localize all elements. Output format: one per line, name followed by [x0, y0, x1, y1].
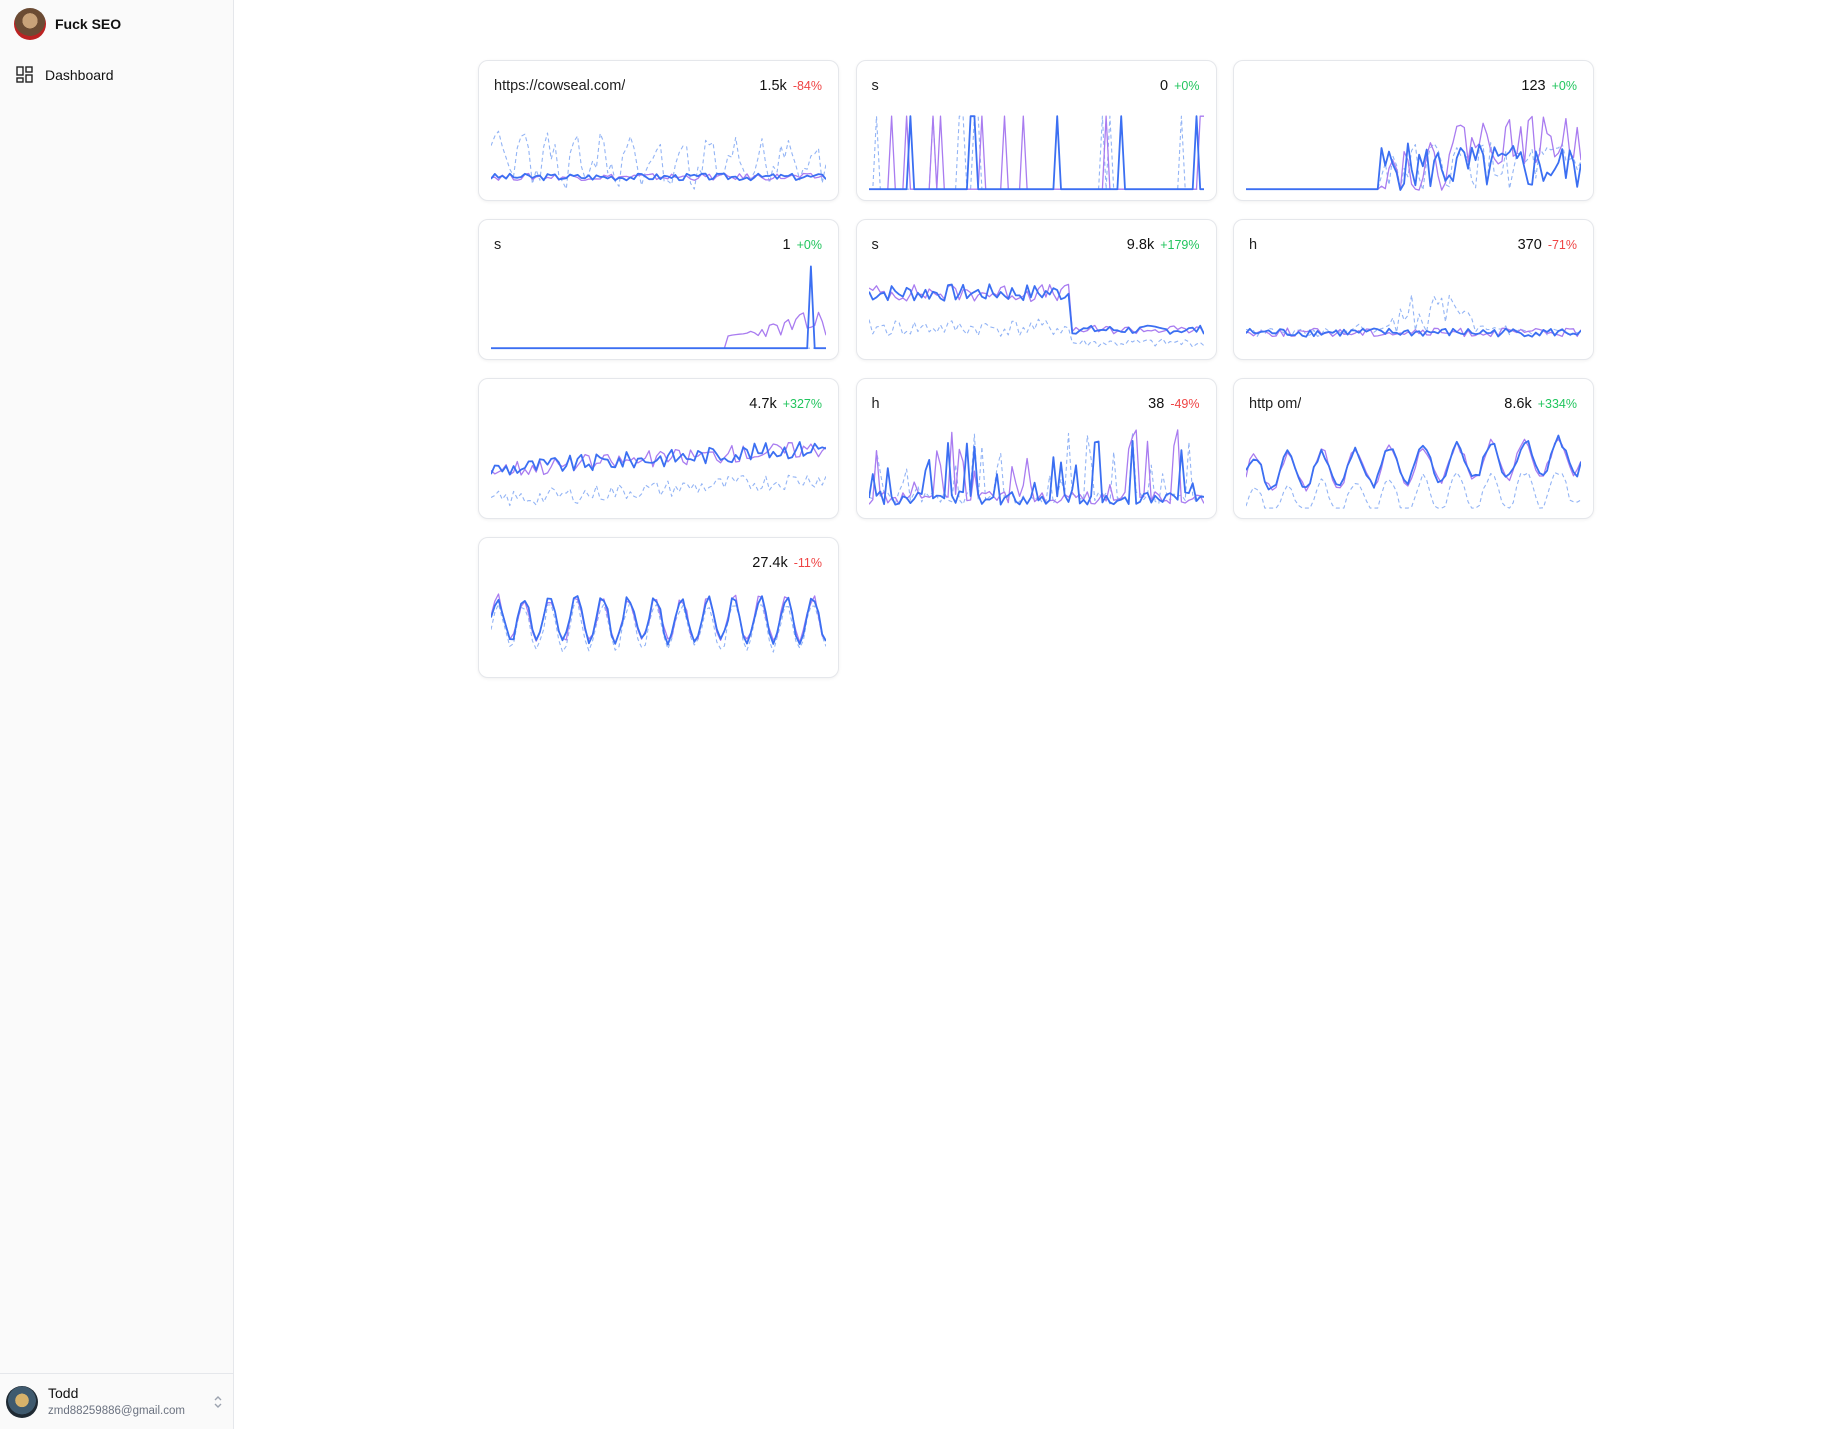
site-change: +0%: [1174, 79, 1200, 93]
site-clicks: 8.6k: [1504, 396, 1532, 412]
dashboard-icon: [16, 66, 33, 83]
site-clicks: 0: [1160, 78, 1169, 94]
site-stats: 370 -71%: [1518, 237, 1577, 253]
sparkline-series: [491, 311, 826, 349]
site-stats: 1 +0%: [783, 237, 822, 253]
site-sparkline: [491, 441, 826, 507]
site-change: -11%: [793, 556, 822, 570]
site-card[interactable]: s 9.8k +179%: [855, 219, 1217, 360]
brand[interactable]: Fuck SEO: [14, 8, 121, 40]
site-change: -71%: [1547, 238, 1577, 252]
sidebar-item-dashboard[interactable]: Dashboard: [16, 66, 114, 83]
site-url: http om/: [1249, 396, 1302, 412]
site-clicks: 27.4k: [752, 555, 788, 571]
site-change: -49%: [1170, 397, 1200, 411]
site-url: s: [494, 237, 502, 253]
user-email: zmd88259886@gmail.com: [48, 1404, 185, 1417]
sparkline-series: [491, 265, 826, 350]
site-clicks: 4.7k: [749, 396, 777, 412]
site-clicks: 123: [1521, 78, 1546, 94]
site-sparkline: [491, 593, 826, 653]
sparkline-series: [868, 318, 1204, 348]
sparkline-series: [491, 474, 826, 507]
site-sparkline: [1246, 115, 1581, 191]
user-menu[interactable]: Todd zmd88259886@gmail.com: [0, 1373, 234, 1429]
sparkline-series: [491, 130, 826, 190]
site-card[interactable]: 123 +0%: [1233, 60, 1594, 201]
sparkline-series: [868, 115, 1204, 190]
brand-logo: [14, 8, 46, 40]
site-change: -84%: [792, 79, 822, 93]
sparkline-series: [1246, 294, 1581, 338]
site-change: +334%: [1537, 397, 1577, 411]
site-grid: https://cowseal.com/1.5k -84% s 0 +0% 123 +0% s…: [478, 60, 1594, 678]
sparkline-series: [1246, 142, 1581, 191]
site-clicks: 1: [782, 237, 791, 253]
sidebar-item-label: Dashboard: [45, 66, 114, 83]
site-card[interactable]: s 0 +0%: [855, 60, 1217, 201]
site-stats: 8.6k +334%: [1504, 396, 1577, 412]
site-url: s: [871, 237, 879, 253]
site-sparkline: [491, 265, 826, 350]
site-url: h: [1249, 237, 1258, 253]
site-change: +179%: [1160, 238, 1200, 252]
site-url: https://cowseal.com/: [494, 78, 626, 94]
site-card[interactable]: 27.4k -11%: [478, 537, 839, 678]
site-url: s: [871, 78, 879, 94]
app-title: Fuck SEO: [55, 16, 122, 32]
sparkline-series: [868, 115, 1204, 191]
site-clicks: 38: [1148, 396, 1165, 412]
site-card[interactable]: s 1 +0%: [478, 219, 839, 360]
site-sparkline: [868, 429, 1204, 506]
site-sparkline: [868, 283, 1204, 348]
avatar: [6, 1385, 38, 1418]
site-clicks: 9.8k: [1126, 237, 1155, 253]
user-name: Todd: [48, 1384, 79, 1401]
site-change: +0%: [796, 238, 822, 252]
sparkline-series: [1246, 142, 1581, 191]
site-sparkline: [1246, 294, 1581, 338]
site-sparkline: [868, 115, 1204, 191]
sparkline-series: [868, 283, 1204, 335]
site-card[interactable]: 4.7k +327%: [478, 378, 839, 519]
site-stats: 1.5k -84%: [759, 78, 822, 94]
site-stats: 38 -49%: [1148, 396, 1199, 412]
sparkline-series: [1246, 471, 1581, 509]
site-sparkline: [1246, 434, 1581, 509]
chevron-up-down-icon[interactable]: [212, 1394, 224, 1410]
sidebar: Fuck SEO Dashboard Todd zmd88259886@gmai…: [0, 0, 234, 1429]
site-change: +0%: [1551, 79, 1577, 93]
site-stats: 9.8k +179%: [1127, 237, 1200, 253]
site-sparkline: [491, 130, 826, 190]
site-url: h: [871, 396, 880, 412]
site-change: +327%: [782, 397, 822, 411]
site-card[interactable]: http om/8.6k +334%: [1233, 378, 1594, 519]
site-stats: 4.7k +327%: [749, 396, 822, 412]
site-card[interactable]: h 38 -49%: [855, 378, 1217, 519]
sparkline-series: [1246, 434, 1581, 491]
site-stats: 123 +0%: [1521, 78, 1577, 94]
site-card[interactable]: h 370 -71%: [1233, 219, 1594, 360]
sparkline-series: [868, 115, 1204, 190]
site-stats: 0 +0%: [1160, 78, 1199, 94]
site-clicks: 370: [1517, 237, 1542, 253]
site-card[interactable]: https://cowseal.com/1.5k -84%: [478, 60, 839, 201]
sparkline-series: [491, 441, 826, 476]
site-stats: 27.4k -11%: [752, 555, 822, 571]
site-clicks: 1.5k: [759, 78, 787, 94]
